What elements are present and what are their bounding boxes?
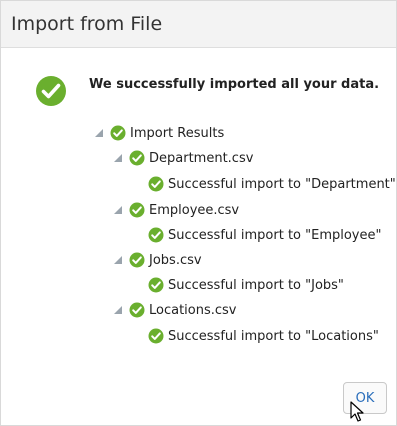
check-circle-icon [110, 125, 126, 141]
check-circle-icon [129, 202, 145, 218]
tree-root-label: Import Results [130, 125, 225, 141]
result-label: Successful import to "Department" [168, 176, 396, 192]
tree-result-employee[interactable]: Successful import to "Employee" [148, 225, 381, 245]
tree-file-employee[interactable]: Employee.csv [114, 200, 239, 220]
tree-file-jobs[interactable]: Jobs.csv [114, 250, 202, 270]
check-circle-icon [129, 150, 145, 166]
check-circle-icon [148, 277, 164, 293]
mouse-pointer-icon [350, 401, 364, 422]
tree-result-jobs[interactable]: Successful import to "Jobs" [148, 275, 344, 295]
expanded-arrow-icon[interactable] [114, 206, 122, 214]
expanded-arrow-icon[interactable] [114, 154, 122, 162]
file-label: Department.csv [149, 150, 254, 166]
file-label: Locations.csv [149, 302, 237, 318]
tree-result-locations[interactable]: Successful import to "Locations" [148, 326, 379, 346]
tree-root[interactable]: Import Results [95, 123, 224, 143]
check-circle-icon [129, 252, 145, 268]
tree-file-department[interactable]: Department.csv [114, 148, 253, 168]
dialog-title: Import from File [11, 13, 163, 35]
expanded-arrow-icon[interactable] [114, 306, 122, 314]
success-message: We successfully imported all your data. [89, 77, 380, 92]
check-circle-icon [148, 227, 164, 243]
check-circle-icon [148, 176, 164, 192]
import-dialog: Import from File We successfully importe… [0, 0, 397, 426]
file-label: Jobs.csv [149, 252, 202, 268]
dialog-titlebar: Import from File [1, 1, 396, 48]
check-circle-icon [148, 328, 164, 344]
expanded-arrow-icon[interactable] [114, 256, 122, 264]
expanded-arrow-icon[interactable] [95, 129, 103, 137]
check-circle-icon [129, 302, 145, 318]
result-label: Successful import to "Locations" [168, 328, 379, 344]
file-label: Employee.csv [149, 202, 240, 218]
success-check-icon [36, 76, 66, 106]
result-label: Successful import to "Jobs" [168, 277, 344, 293]
result-label: Successful import to "Employee" [168, 227, 382, 243]
tree-result-department[interactable]: Successful import to "Department" [148, 174, 396, 194]
tree-file-locations[interactable]: Locations.csv [114, 300, 237, 320]
